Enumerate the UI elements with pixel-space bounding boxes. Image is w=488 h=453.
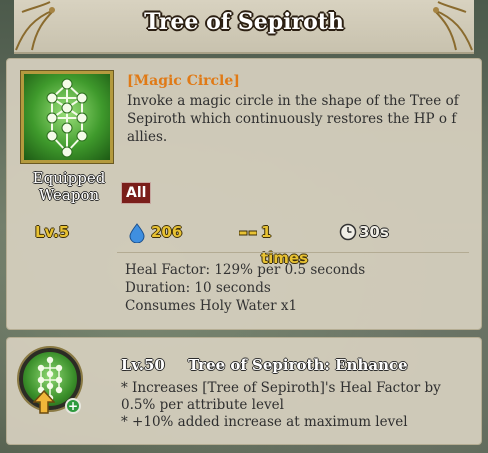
skill-tooltip: Tree of Sepiroth Equipped Weapon All [Ma… xyxy=(0,0,488,453)
title-banner: Tree of Sepiroth xyxy=(14,0,474,54)
divider xyxy=(117,252,469,253)
enhance-line: * Increases [Tree of Sepiroth]'s Heal Fa… xyxy=(121,380,441,396)
enhance-description: * Increases [Tree of Sepiroth]'s Heal Fa… xyxy=(121,380,473,431)
enhance-line: 0.5% per attribute level xyxy=(121,397,284,413)
enhance-header: Lv.50 Tree of Sepiroth: Enhance xyxy=(121,356,408,374)
effect-line: Heal Factor: 129% per 0.5 seconds xyxy=(125,262,366,278)
equip-label-line: Equipped xyxy=(32,169,106,187)
enhance-level: Lv.50 xyxy=(121,356,165,374)
skill-description: Invoke a magic circle in the shape of th… xyxy=(127,93,459,145)
skill-type-label: [Magic Circle] xyxy=(127,73,240,89)
equip-label-line: Weapon xyxy=(38,186,100,204)
target-badge: All xyxy=(121,182,152,204)
skill-level: Lv.5 xyxy=(35,223,70,241)
skill-detail-card: Equipped Weapon All [Magic Circle] Invok… xyxy=(6,58,482,330)
skill-stats-row: Lv.5 206 1 times 30s xyxy=(29,219,469,267)
vine-ornament-right-icon xyxy=(433,1,473,51)
plus-icon: + xyxy=(65,398,81,414)
tree-of-sepiroth-skill-icon xyxy=(21,71,113,163)
enhance-card: + Lv.50 Tree of Sepiroth: Enhance * Incr… xyxy=(6,337,482,445)
clock-icon xyxy=(339,223,357,241)
water-drop-icon xyxy=(129,223,145,243)
skill-cooldown-value: 30s xyxy=(359,223,389,241)
skill-cost-value: 206 xyxy=(151,223,183,241)
effect-line: Consumes Holy Water x1 xyxy=(125,298,298,314)
enhance-name: Tree of Sepiroth: Enhance xyxy=(188,356,408,374)
equipped-weapon-label: Equipped Weapon xyxy=(21,170,117,204)
upgrade-arrow-icon xyxy=(33,390,55,414)
enhance-line: * +10% added increase at maximum level xyxy=(121,414,408,430)
dash-icon xyxy=(239,230,257,236)
skill-effects: Heal Factor: 129% per 0.5 seconds Durati… xyxy=(125,261,465,315)
effect-line: Duration: 10 seconds xyxy=(125,280,271,296)
